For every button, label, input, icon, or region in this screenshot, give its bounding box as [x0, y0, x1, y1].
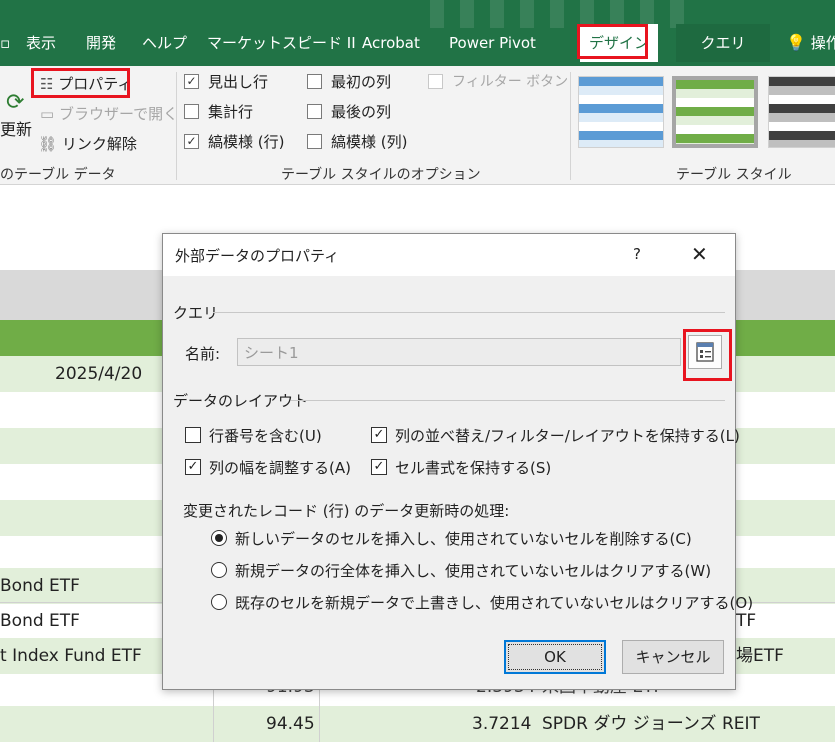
table-style-blue[interactable] [578, 76, 664, 148]
close-icon[interactable]: ✕ [691, 242, 708, 266]
dialog-title-bar[interactable]: 外部データのプロパティ ? ✕ [163, 234, 735, 276]
group-label-table-styles: テーブル スタイル [676, 167, 792, 183]
help-button[interactable]: ? [633, 245, 641, 263]
lightbulb-icon: 💡 [786, 33, 806, 52]
cell-index-fund-etf: t Index Fund ETF [0, 646, 142, 666]
cell-last-name: SPDR ダウ ジョーンズ REIT [542, 714, 760, 734]
radio-insert-rows-label: 新規データの行全体を挿入し、使用されていないセルはクリアする(W) [235, 562, 712, 580]
banded-rows-label: 縞模様 (行) [208, 133, 285, 151]
section-query-title: クエリ [173, 304, 219, 322]
adjust-column-width-label: 列の幅を調整する(A) [209, 459, 351, 477]
total-row-label: 集計行 [208, 103, 254, 121]
query-name-input[interactable] [237, 338, 681, 366]
banded-columns-label: 縞模様 (列) [331, 133, 408, 151]
radio-overwrite-cells[interactable] [211, 594, 227, 610]
tab-query[interactable]: クエリ [676, 24, 770, 62]
cell-last-value: 94.45 [266, 714, 315, 734]
tell-me-search[interactable]: 💡 操作 [786, 28, 835, 58]
unlink-icon: ⛓ [38, 135, 58, 153]
include-row-numbers-label: 行番号を含む(U) [209, 427, 322, 445]
ribbon-tab-bar: ▫ 表示 開発 ヘルプ マーケットスピード II Acrobat Power P… [0, 0, 835, 66]
tell-me-label: 操作 [810, 34, 835, 52]
checkbox-adjust-column-width[interactable]: ✓ [185, 459, 201, 475]
checkbox-banded-rows[interactable]: ✓ [184, 134, 199, 149]
cell-date: 2025/4/20 [55, 364, 143, 384]
cell-right-jp-etf: 場ETF [736, 646, 784, 666]
tab-marketspeed[interactable]: マーケットスピード II [207, 28, 356, 58]
table-style-green-selected[interactable] [672, 76, 758, 148]
filter-button-label: フィルター ボタン [452, 74, 569, 90]
tab-view[interactable]: 表示 [26, 28, 56, 58]
unlink-button[interactable]: ⛓ リンク解除 [38, 133, 137, 154]
section-query-divider [213, 312, 725, 313]
checkbox-last-column[interactable] [307, 104, 322, 119]
checkbox-include-row-numbers[interactable] [185, 427, 201, 443]
grid-line [213, 706, 214, 742]
query-properties-highlight [683, 329, 732, 381]
external-data-properties-dialog: 外部データのプロパティ ? ✕ クエリ 名前: データのレイアウト 行番号を含む… [162, 233, 753, 690]
refresh-button[interactable]: 更新 [0, 116, 32, 140]
preserve-cell-format-label: セル書式を保持する(S) [395, 459, 552, 477]
tab-acrobat[interactable]: Acrobat [362, 28, 420, 58]
radio-overwrite-cells-label: 既存のセルを新規データで上書きし、使用されていないセルはクリアする(O) [235, 594, 754, 612]
dialog-title: 外部データのプロパティ [175, 247, 340, 265]
preserve-sort-filter-label: 列の並べ替え/フィルター/レイアウトを保持する(L) [395, 427, 740, 445]
checkbox-banded-columns[interactable] [307, 134, 322, 149]
cell-bond-etf-1: Bond ETF [0, 576, 80, 596]
last-column-label: 最後の列 [331, 103, 392, 121]
section-layout-title: データのレイアウト [173, 392, 309, 410]
grid-line [319, 706, 320, 742]
open-in-browser-label: ブラウザーで開く [58, 105, 179, 123]
tab-power-pivot[interactable]: Power Pivot [449, 28, 536, 58]
refresh-icon: ⟳ [6, 90, 25, 115]
checkbox-filter-button[interactable] [428, 74, 443, 89]
ribbon-separator-2 [570, 72, 571, 180]
table-style-dark[interactable] [768, 76, 835, 148]
checkbox-preserve-sort-filter[interactable]: ✓ [371, 427, 387, 443]
refresh-behavior-heading: 変更されたレコード (行) のデータ更新時の処理: [183, 502, 510, 520]
first-column-label: 最初の列 [331, 73, 392, 91]
table-row: 94.45 3.7214 SPDR ダウ ジョーンズ REIT [0, 706, 835, 742]
header-row-label: 見出し行 [208, 73, 269, 91]
unlink-label: リンク解除 [61, 135, 137, 153]
ok-button[interactable]: OK [504, 640, 606, 674]
cell-bond-etf-2: Bond ETF [0, 611, 80, 631]
cell-last-yield: 3.7214 [472, 714, 532, 734]
checkbox-header-row[interactable]: ✓ [184, 74, 199, 89]
design-tab-highlight [577, 24, 648, 59]
name-label: 名前: [185, 345, 221, 363]
browser-icon: ▭ [40, 105, 55, 123]
tab-developer[interactable]: 開発 [86, 28, 116, 58]
checkbox-preserve-cell-format[interactable]: ✓ [371, 459, 387, 475]
ribbon-separator-1 [176, 72, 177, 180]
group-label-external-data: のテーブル データ [0, 167, 116, 183]
tab-edge-icon: ▫ [0, 34, 11, 52]
radio-insert-rows[interactable] [211, 562, 227, 578]
section-layout-divider [291, 400, 725, 401]
tab-help[interactable]: ヘルプ [142, 28, 187, 58]
cancel-button[interactable]: キャンセル [622, 640, 724, 674]
radio-insert-cells[interactable] [211, 530, 227, 546]
tab-home-edge[interactable]: ▫ [0, 28, 10, 58]
checkbox-first-column[interactable] [307, 74, 322, 89]
checkbox-total-row[interactable] [184, 104, 199, 119]
group-label-style-options: テーブル スタイルのオプション [281, 167, 481, 183]
radio-insert-cells-label: 新しいデータのセルを挿入し、使用されていないセルを削除する(C) [235, 530, 692, 548]
open-in-browser-button[interactable]: ▭ ブラウザーで開く [40, 103, 178, 124]
properties-button-highlight [31, 68, 130, 98]
